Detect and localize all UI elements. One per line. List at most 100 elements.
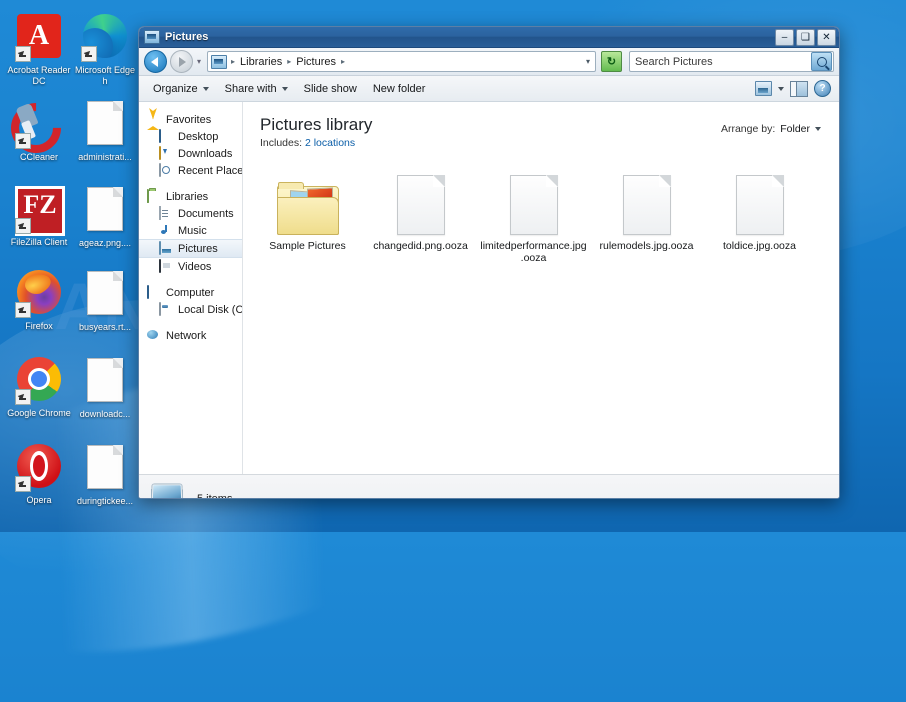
library-header: Pictures library Includes: 2 locations A… — [243, 102, 839, 149]
desktop-icon-label: duringtickee... — [76, 496, 134, 506]
desktop-icon-label: busyears.rt... — [78, 322, 132, 332]
close-button[interactable]: ✕ — [817, 29, 836, 46]
shortcut-overlay-icon — [15, 133, 31, 149]
includes-label: Includes: — [260, 137, 303, 149]
window-control-buttons: – ❑ ✕ — [775, 29, 836, 46]
sidebar-item-favorites[interactable]: Favorites — [139, 111, 242, 130]
desktop-icon-ageaz-file[interactable]: ageaz.png.... — [72, 184, 138, 249]
file-item-label: Sample Pictures — [269, 240, 346, 252]
organize-button[interactable]: Organize — [145, 80, 217, 98]
breadcrumb-separator-icon: ▸ — [287, 57, 292, 66]
help-icon[interactable]: ? — [814, 80, 831, 97]
file-item-label: rulemodels.jpg.ooza — [599, 240, 694, 252]
desktop-icon-ccleaner[interactable]: CCleaner — [0, 92, 72, 164]
sidebar-item-computer[interactable]: Computer — [139, 284, 242, 301]
sidebar-label: Music — [178, 224, 207, 237]
share-with-button[interactable]: Share with — [217, 80, 296, 98]
breadcrumb-item-libraries[interactable]: Libraries — [237, 55, 285, 69]
sidebar-label: Network — [166, 329, 207, 342]
sidebar-label: Local Disk (C:) — [178, 303, 243, 316]
chevron-down-icon[interactable] — [815, 127, 821, 131]
desktop-icon-label: Opera — [26, 495, 52, 505]
blank-file-icon — [366, 165, 475, 235]
sidebar-item-documents[interactable]: Documents — [139, 205, 242, 222]
desktop-icon-downloadc-file[interactable]: downloadc... — [72, 355, 138, 420]
sidebar-label: Documents — [178, 207, 234, 220]
desktop-icon-acrobat-reader[interactable]: A Acrobat Reader DC — [6, 12, 72, 86]
arrange-by-control[interactable]: Arrange by: Folder — [721, 115, 825, 135]
pictures-preview-icon — [149, 484, 183, 498]
sidebar-item-recent-places[interactable]: Recent Places — [139, 162, 242, 179]
sidebar-label: Recent Places — [178, 164, 243, 177]
file-item-limitedperformance[interactable]: limitedperformance.jpg.ooza — [477, 161, 590, 268]
sidebar-label: Computer — [166, 286, 215, 299]
sidebar-item-downloads[interactable]: Downloads — [139, 145, 242, 162]
sidebar-label: Videos — [178, 260, 212, 273]
documents-icon — [159, 206, 173, 220]
sidebar-label: Desktop — [178, 130, 219, 143]
file-item-changedid[interactable]: changedid.png.ooza — [364, 161, 477, 268]
recent-places-icon — [159, 163, 173, 177]
refresh-icon: ↻ — [606, 56, 617, 68]
sidebar-item-music[interactable]: Music — [139, 222, 242, 239]
desktop-icon-busyears-file[interactable]: busyears.rt... — [72, 268, 138, 333]
sidebar-item-network[interactable]: Network — [139, 327, 242, 344]
includes-locations-link[interactable]: 2 locations — [305, 137, 355, 149]
file-item-toldice[interactable]: toldice.jpg.ooza — [703, 161, 816, 268]
windows-explorer-window: Pictures – ❑ ✕ ▾ ▸ Libraries ▸ Pictures … — [138, 26, 840, 499]
desktop-icon-label: downloadc... — [79, 409, 131, 419]
search-input[interactable]: Search Pictures — [629, 51, 834, 72]
desktop-icon-label: ageaz.png.... — [78, 238, 132, 248]
chevron-down-icon[interactable] — [778, 86, 784, 91]
sidebar-item-local-disk-c[interactable]: Local Disk (C:) — [139, 301, 242, 318]
address-dropdown-icon[interactable]: ▾ — [586, 57, 593, 66]
preview-pane-icon[interactable] — [790, 80, 808, 97]
sidebar-item-libraries[interactable]: Libraries — [139, 188, 242, 205]
page-title: Pictures library — [260, 115, 373, 134]
arrange-by-value[interactable]: Folder — [780, 123, 810, 135]
minimize-button[interactable]: – — [775, 29, 794, 46]
chevron-down-icon — [281, 86, 288, 91]
desktop-icon-microsoft-edge[interactable]: Microsoft Edge h — [72, 12, 138, 86]
desktop-icon-administrati-file[interactable]: administrati... — [72, 98, 138, 163]
desktop-icon-duringtickee-file[interactable]: duringtickee... — [72, 442, 138, 507]
desktop-icon-label: Microsoft Edge h — [74, 65, 136, 86]
blank-file-icon — [479, 165, 588, 235]
back-button[interactable] — [144, 50, 167, 73]
file-item-rulemodels[interactable]: rulemodels.jpg.ooza — [590, 161, 703, 268]
library-includes: Includes: 2 locations — [260, 137, 372, 149]
arrange-by-label: Arrange by: — [720, 123, 776, 135]
breadcrumb-item-pictures[interactable]: Pictures — [293, 55, 339, 69]
chevron-down-icon — [202, 86, 209, 91]
sidebar-item-videos[interactable]: Videos — [139, 258, 242, 275]
file-item-sample-pictures[interactable]: Sample Pictures — [251, 161, 364, 268]
maximize-button[interactable]: ❑ — [796, 29, 815, 46]
navpane-group-favorites: Favorites Desktop Downloads Recent Place… — [139, 111, 242, 179]
refresh-button[interactable]: ↻ — [601, 51, 622, 72]
slide-show-button[interactable]: Slide show — [296, 80, 365, 98]
forward-button[interactable] — [170, 50, 193, 73]
desktop-icon-opera[interactable]: Opera — [6, 442, 72, 506]
new-folder-button[interactable]: New folder — [365, 80, 434, 98]
microsoft-edge-icon — [81, 14, 129, 62]
window-titlebar[interactable]: Pictures – ❑ ✕ — [139, 27, 839, 48]
file-list-pane[interactable]: Pictures library Includes: 2 locations A… — [243, 102, 839, 474]
desktop-icon-filezilla[interactable]: FZ FileZilla Client — [6, 184, 72, 248]
sidebar-item-pictures[interactable]: Pictures — [139, 239, 242, 258]
status-item-count: 5 items — [197, 493, 233, 499]
back-arrow-icon — [151, 56, 158, 67]
desktop-icon-google-chrome[interactable]: Google Chrome — [6, 355, 72, 419]
blank-file-icon — [705, 165, 814, 235]
search-button[interactable] — [811, 52, 832, 71]
address-bar[interactable]: ▸ Libraries ▸ Pictures ▸ ▾ — [207, 51, 596, 72]
sidebar-item-desktop[interactable]: Desktop — [139, 128, 242, 145]
history-dropdown-icon[interactable]: ▾ — [197, 57, 201, 66]
sidebar-label: Pictures — [178, 242, 218, 255]
firefox-icon — [15, 270, 63, 318]
desktop-icon-firefox[interactable]: Firefox — [6, 268, 72, 332]
toolbar-right-group: ? — [755, 80, 833, 97]
change-view-icon[interactable] — [755, 81, 772, 96]
libraries-icon — [147, 189, 161, 203]
desktop-icon — [159, 129, 173, 143]
shortcut-overlay-icon — [81, 46, 97, 62]
